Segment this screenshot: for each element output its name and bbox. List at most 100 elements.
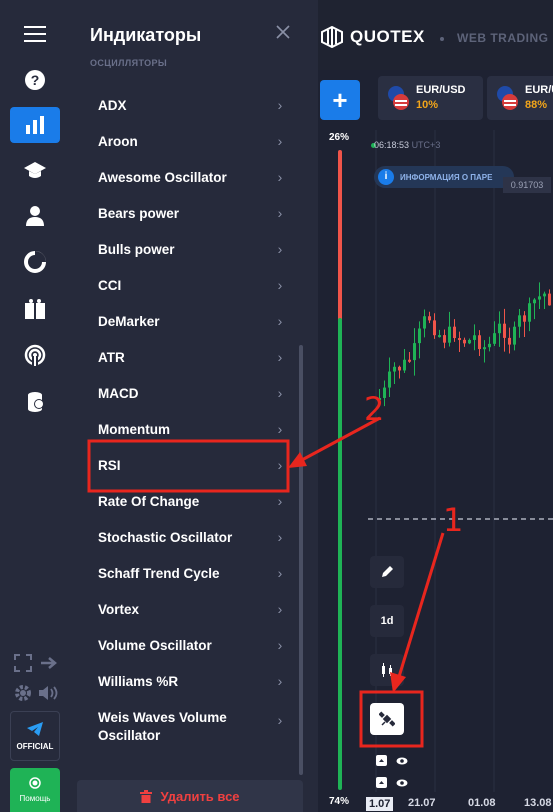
chart-type-button[interactable] xyxy=(370,654,404,686)
asset-name: EUR/USD xyxy=(525,84,553,96)
graduation-cap-icon[interactable] xyxy=(10,152,60,188)
indicator-label: Bulls power xyxy=(98,241,175,257)
server-time: 06:18:53 UTC+3 xyxy=(374,140,440,150)
asset-tab-1[interactable]: EUR/USD 10% xyxy=(378,76,483,120)
quotex-logo[interactable]: QUOTEX xyxy=(320,26,425,48)
left-rail: ? OFFICIAL Помощь xyxy=(0,0,70,812)
help-label: Помощь xyxy=(19,794,51,803)
date-label: 21.07 xyxy=(408,797,436,809)
help-button[interactable]: Помощь xyxy=(10,768,60,812)
sentiment-red-bar xyxy=(338,150,342,340)
collapse-icon[interactable] xyxy=(376,753,387,771)
indicator-item-aroon[interactable]: Aroon › xyxy=(98,123,288,159)
indicator-label: Williams %R xyxy=(98,673,179,689)
candle-body xyxy=(398,366,401,371)
panel-scrollbar[interactable] xyxy=(299,345,303,775)
app-window: ? OFFICIAL Помощь Индикаторы ОСЦИЛЛЯТОРЫ… xyxy=(0,0,553,812)
candle-body xyxy=(443,335,446,343)
trash-icon xyxy=(140,789,153,803)
gift-icon[interactable] xyxy=(10,291,60,327)
pair-info-button[interactable]: i ИНФОРМАЦИЯ О ПАРЕ xyxy=(374,166,514,188)
chevron-right-icon: › xyxy=(277,493,283,509)
eur-usd-flag-icon xyxy=(497,86,518,110)
chevron-right-icon: › xyxy=(277,421,283,437)
indicator-item-rate-of-change[interactable]: Rate Of Change › xyxy=(98,483,288,519)
help-circle-icon[interactable]: ? xyxy=(10,62,60,98)
coins-icon[interactable] xyxy=(10,384,60,420)
asset-tab-2[interactable]: EUR/USD 88% xyxy=(487,76,553,120)
remove-all-button[interactable]: Удалить все xyxy=(77,780,303,812)
user-icon[interactable] xyxy=(10,198,60,234)
indicator-item-bulls-power[interactable]: Bulls power › xyxy=(98,231,288,267)
indicator-item-awesome-oscillator[interactable]: Awesome Oscillator › xyxy=(98,159,288,195)
info-icon: i xyxy=(378,169,394,185)
date-label: 01.08 xyxy=(468,797,496,809)
draw-tool-button[interactable] xyxy=(370,556,404,588)
candle-body xyxy=(393,366,396,372)
arrow-right-icon[interactable] xyxy=(40,656,58,670)
time-value: 06:18:53 xyxy=(374,140,410,150)
fullscreen-icon[interactable] xyxy=(14,654,32,672)
chevron-right-icon: › xyxy=(277,133,283,149)
timeframe-label: 1d xyxy=(380,615,394,627)
candles-icon xyxy=(382,663,392,677)
official-label: OFFICIAL xyxy=(16,741,54,751)
telegram-icon xyxy=(27,721,43,736)
chevron-right-icon: › xyxy=(277,457,283,473)
top-header: QUOTEX WEB TRADING xyxy=(318,0,553,70)
indicator-item-weis-waves-volume-oscillator[interactable]: Weis Waves Volume Oscillator › xyxy=(98,707,288,751)
candle-body xyxy=(538,296,541,300)
indicator-item-cci[interactable]: CCI › xyxy=(98,267,288,303)
candle-body xyxy=(528,303,531,322)
indicator-item-momentum[interactable]: Momentum › xyxy=(98,411,288,447)
chevron-right-icon: › xyxy=(277,97,283,113)
logo-text: QUOTEX xyxy=(350,27,425,46)
add-asset-button[interactable]: + xyxy=(320,80,360,120)
candle-body xyxy=(418,328,421,344)
indicators-button[interactable] xyxy=(370,703,404,735)
svg-text:?: ? xyxy=(31,72,40,88)
eye-icon[interactable] xyxy=(396,775,408,793)
indicator-label: Schaff Trend Cycle xyxy=(98,565,220,581)
pie-chart-icon[interactable] xyxy=(10,244,60,280)
official-telegram-button[interactable]: OFFICIAL xyxy=(10,711,60,761)
candle-body xyxy=(458,338,461,341)
logo-icon xyxy=(321,26,343,48)
sound-icon[interactable] xyxy=(38,684,58,702)
indicator-item-vortex[interactable]: Vortex › xyxy=(98,591,288,627)
chevron-right-icon: › xyxy=(277,349,283,365)
indicator-label: DeMarker xyxy=(98,313,160,329)
timeframe-button[interactable]: 1d xyxy=(370,605,404,637)
candle-body xyxy=(428,316,431,321)
indicator-item-stochastic-oscillator[interactable]: Stochastic Oscillator › xyxy=(98,519,288,555)
indicator-item-demarker[interactable]: DeMarker › xyxy=(98,303,288,339)
candle-body xyxy=(523,315,526,322)
close-icon[interactable] xyxy=(275,24,295,44)
chart-bars-icon[interactable] xyxy=(10,107,60,143)
indicator-item-atr[interactable]: ATR › xyxy=(98,339,288,375)
chevron-right-icon: › xyxy=(277,169,283,185)
candle-body xyxy=(403,359,406,371)
indicator-item-williams-r[interactable]: Williams %R › xyxy=(98,663,288,699)
date-label-selected: 1.07 xyxy=(366,797,394,811)
chart-area[interactable]: + EUR/USD 10% EUR/USD 88% 26% 74% 06:18:… xyxy=(318,70,553,812)
chevron-right-icon: › xyxy=(277,385,283,401)
timezone: UTC+3 xyxy=(411,140,441,150)
chevron-right-icon: › xyxy=(277,277,283,293)
eye-icon[interactable] xyxy=(396,753,408,771)
indicator-item-volume-oscillator[interactable]: Volume Oscillator › xyxy=(98,627,288,663)
indicator-label: ADX xyxy=(98,97,127,113)
indicator-item-adx[interactable]: ADX › xyxy=(98,87,288,123)
indicator-label: Awesome Oscillator xyxy=(98,169,227,185)
indicator-label: Rate Of Change xyxy=(98,493,200,509)
indicator-item-macd[interactable]: MACD › xyxy=(98,375,288,411)
signal-icon[interactable] xyxy=(10,337,60,373)
gear-icon[interactable] xyxy=(14,684,32,702)
collapse-icon[interactable] xyxy=(376,775,387,793)
indicator-item-bears-power[interactable]: Bears power › xyxy=(98,195,288,231)
candle-body xyxy=(433,320,436,336)
menu-icon[interactable] xyxy=(10,16,60,52)
indicator-item-rsi[interactable]: RSI › xyxy=(98,447,288,483)
indicator-item-schaff-trend-cycle[interactable]: Schaff Trend Cycle › xyxy=(98,555,288,591)
indicators-panel: Индикаторы ОСЦИЛЛЯТОРЫ ADX › Aroon › Aweso… xyxy=(70,0,318,812)
